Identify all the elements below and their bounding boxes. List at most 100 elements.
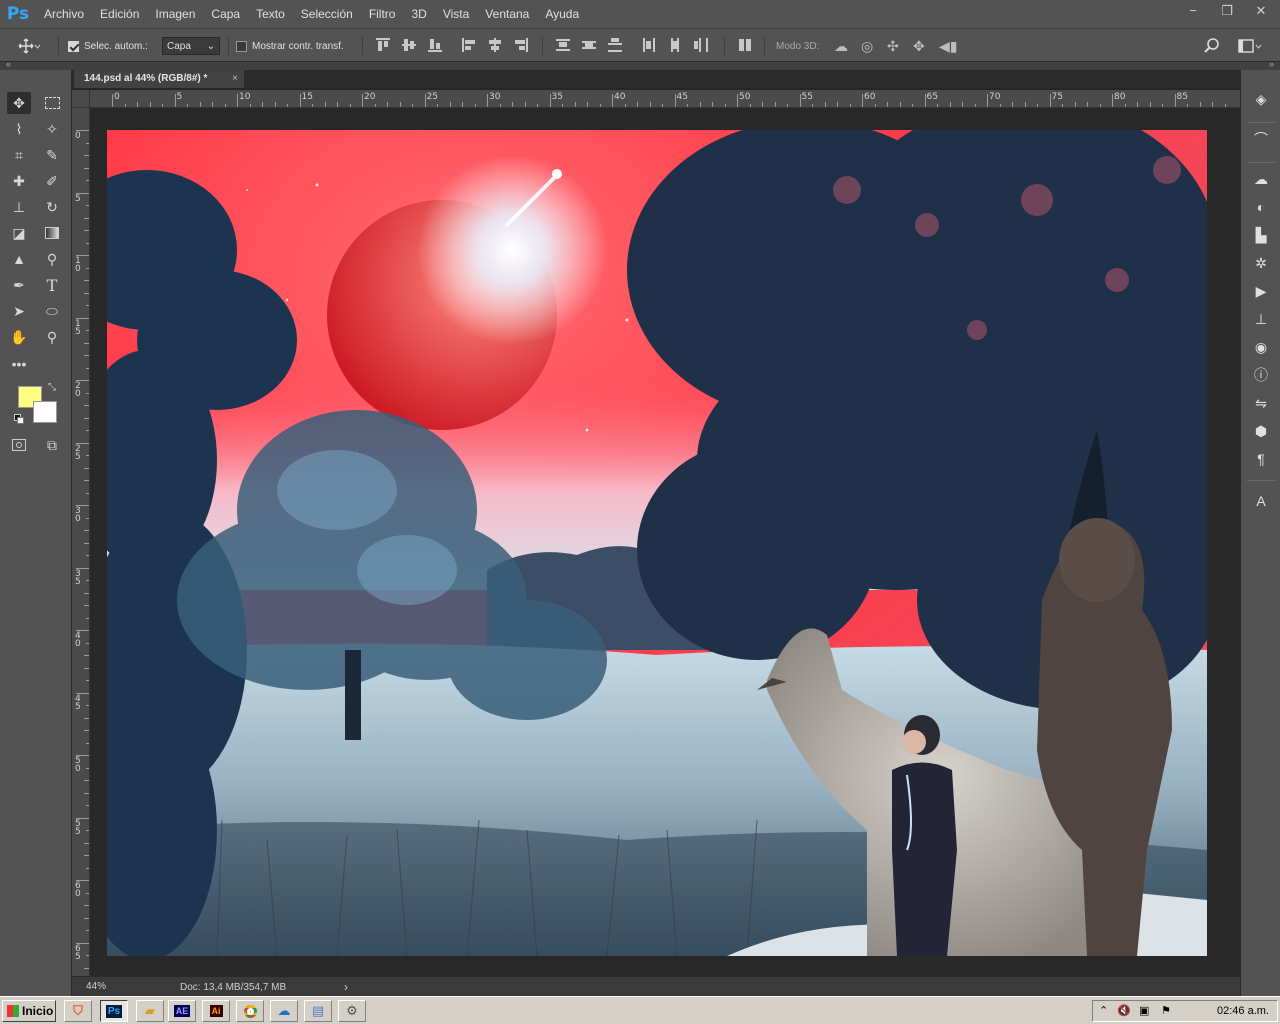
align-right-icon[interactable] [514,38,528,52]
crop-tool-icon[interactable]: ⌗ [7,144,31,166]
hand-tool-icon[interactable]: ✋ [7,326,31,348]
gradient-tool-icon[interactable] [40,222,64,244]
layers-panel-icon[interactable]: ◈ [1249,88,1273,110]
distribute-bottom-icon[interactable] [608,38,622,52]
paths-panel-icon[interactable]: ⌒ [1249,128,1273,150]
start-button[interactable]: Inicio [2,1000,56,1022]
auto-select-checkbox[interactable]: Selec. autom.: [68,37,148,55]
move-tool-preset-button[interactable] [18,37,40,55]
character-panel-icon[interactable]: A [1249,490,1273,512]
document-tab[interactable]: 144.psd al 44% (RGB/8#) * × [74,70,244,88]
align-vcenter-icon[interactable] [402,38,416,52]
distribute-left-icon[interactable] [642,38,656,52]
history-brush-tool-icon[interactable]: ↻ [40,196,64,218]
eraser-tool-icon[interactable]: ◪ [7,222,31,244]
align-bottom-icon[interactable] [428,38,442,52]
collapse-right-icon[interactable]: » [1269,59,1274,69]
align-top-icon[interactable] [376,38,390,52]
auto-align-icon[interactable] [738,38,752,52]
marquee-tool-icon[interactable] [40,92,64,114]
quick-mask-icon[interactable] [7,434,31,456]
illustrator-icon[interactable]: Ai [202,1000,230,1022]
align-hcenter-icon[interactable] [488,38,502,52]
history-panel-icon[interactable]: ⇋ [1249,392,1273,414]
3d-panel-icon[interactable]: ⬢ [1249,420,1273,442]
menu-3d[interactable]: 3D [403,0,434,28]
layer-select-dropdown[interactable]: Capa ⌄ [162,37,220,55]
clone-stamp-tool-icon[interactable]: ⊥ [7,196,31,218]
brush-tool-icon[interactable]: ✐ [40,170,64,192]
type-tool-icon[interactable]: T [40,274,64,296]
menu-imagen[interactable]: Imagen [147,0,203,28]
screen-mode-icon[interactable]: ⧉ [40,434,64,456]
taskbar-clock[interactable]: 02:46 a.m. [1217,1005,1269,1017]
canvas-area[interactable] [90,108,1240,976]
3d-orbit-icon[interactable]: ☁ [834,37,848,55]
align-left-icon[interactable] [462,38,476,52]
menu-filtro[interactable]: Filtro [361,0,404,28]
distribute-right-icon[interactable] [694,38,708,52]
distribute-vcenter-icon[interactable] [582,38,596,52]
show-transform-checkbox[interactable]: Mostrar contr. transf. [236,37,344,55]
flag-icon[interactable]: ⚑ [1161,1004,1171,1017]
explorer-icon[interactable]: ▰ [136,1000,164,1022]
blur-tool-icon[interactable]: ▲ [7,248,31,270]
paragraph-panel-icon[interactable]: ¶ [1249,448,1273,470]
actions-panel-icon[interactable]: ▶ [1249,280,1273,302]
menu-ventana[interactable]: Ventana [477,0,537,28]
zoom-tool-icon[interactable]: ⚲ [40,326,64,348]
settings-icon[interactable]: ⚙ [338,1000,366,1022]
status-menu-arrow[interactable]: › [344,980,348,994]
libraries-panel-icon[interactable]: ☁ [1249,168,1273,190]
move-tool-icon[interactable]: ✥ [7,92,31,114]
volume-muted-icon[interactable]: 🔇 [1117,1004,1131,1017]
background-color-swatch[interactable] [33,401,57,423]
channels-panel-icon[interactable]: ◉ [1249,336,1273,358]
3d-scale-icon[interactable]: ◀▮ [939,37,957,55]
menu-texto[interactable]: Texto [248,0,293,28]
close-window-button[interactable]: ✕ [1248,0,1274,22]
swap-colors-icon[interactable]: ⤡ [48,382,56,393]
brush-settings-icon[interactable]: ✲ [1249,252,1273,274]
tray-expand-icon[interactable]: ⌃ [1099,1004,1108,1017]
artwork-image[interactable] [107,130,1207,956]
zoom-level[interactable]: 44% [86,981,106,992]
dodge-tool-icon[interactable]: ⚲ [40,248,64,270]
restore-button[interactable]: ❐ [1214,0,1240,22]
eyedropper-tool-icon[interactable]: ✎ [40,144,64,166]
path-selection-tool-icon[interactable]: ➤ [7,300,31,322]
3d-pan-icon[interactable]: ✣ [887,37,899,55]
healing-brush-tool-icon[interactable]: ✚ [7,170,31,192]
lasso-tool-icon[interactable]: ⌇ [7,118,31,140]
network-icon[interactable]: ▣ [1139,1004,1149,1017]
after-effects-icon[interactable]: AE [168,1000,196,1022]
brave-icon[interactable]: ⛉ [64,1000,92,1022]
search-icon[interactable] [1204,37,1220,55]
ruler-vertical[interactable]: 0 5 10 15 20 25 30 35 40 45 50 55 60 65 [72,108,90,976]
workspace-switcher-icon[interactable] [1238,37,1262,55]
onedrive-icon[interactable]: ☁ [270,1000,298,1022]
ruler-horizontal[interactable]: 0 5 10 15 20 25 30 35 40 45 50 55 60 65 70 75 80 85 [90,90,1240,108]
pen-tool-icon[interactable]: ✒ [7,274,31,296]
3d-roll-icon[interactable]: ◎ [861,37,873,55]
histogram-panel-icon[interactable]: ▙ [1249,224,1273,246]
menu-edicion[interactable]: Edición [92,0,147,28]
distribute-top-icon[interactable] [556,38,570,52]
minimize-button[interactable]: − [1180,0,1206,22]
default-colors-icon[interactable] [14,414,24,424]
menu-seleccion[interactable]: Selección [293,0,361,28]
menu-capa[interactable]: Capa [203,0,248,28]
ellipse-tool-icon[interactable]: ⬭ [40,300,64,322]
3d-slide-icon[interactable]: ✥ [913,37,925,55]
close-tab-icon[interactable]: × [232,70,238,88]
menu-archivo[interactable]: Archivo [36,0,92,28]
chrome-icon[interactable] [236,1000,264,1022]
collapse-left-icon[interactable]: « [6,59,11,69]
adjustments-panel-icon[interactable]: ◐ [1249,196,1273,218]
photoshop-icon[interactable]: Ps [100,1000,128,1022]
distribute-hcenter-icon[interactable] [668,38,682,52]
menu-ayuda[interactable]: Ayuda [537,0,587,28]
magic-wand-tool-icon[interactable]: ✧ [40,118,64,140]
info-panel-icon[interactable]: ⓘ [1249,364,1273,386]
menu-vista[interactable]: Vista [435,0,477,28]
